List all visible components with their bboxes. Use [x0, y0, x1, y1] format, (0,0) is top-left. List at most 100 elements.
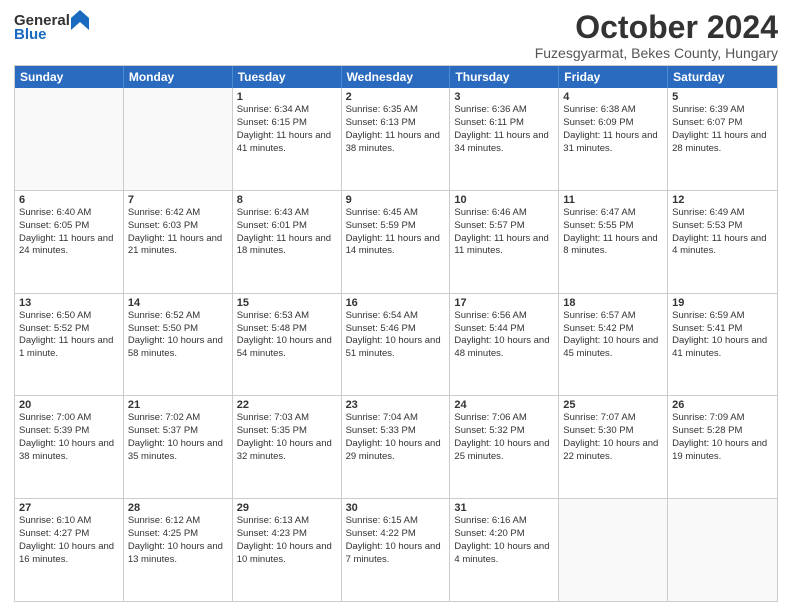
calendar-cell: 9Sunrise: 6:45 AM Sunset: 5:59 PM Daylig…	[342, 191, 451, 293]
day-info: Sunrise: 6:50 AM Sunset: 5:52 PM Dayligh…	[19, 310, 119, 361]
day-number: 6	[19, 194, 119, 206]
calendar-header-cell: Saturday	[668, 66, 777, 88]
calendar-week-row: 6Sunrise: 6:40 AM Sunset: 6:05 PM Daylig…	[15, 191, 777, 294]
day-info: Sunrise: 7:04 AM Sunset: 5:33 PM Dayligh…	[346, 412, 446, 463]
day-info: Sunrise: 6:57 AM Sunset: 5:42 PM Dayligh…	[563, 310, 663, 361]
day-info: Sunrise: 6:42 AM Sunset: 6:03 PM Dayligh…	[128, 207, 228, 258]
calendar-cell: 14Sunrise: 6:52 AM Sunset: 5:50 PM Dayli…	[124, 294, 233, 396]
day-number: 3	[454, 91, 554, 103]
day-number: 27	[19, 502, 119, 514]
calendar-cell: 15Sunrise: 6:53 AM Sunset: 5:48 PM Dayli…	[233, 294, 342, 396]
calendar-cell	[124, 88, 233, 190]
calendar-cell: 29Sunrise: 6:13 AM Sunset: 4:23 PM Dayli…	[233, 499, 342, 601]
calendar-cell: 28Sunrise: 6:12 AM Sunset: 4:25 PM Dayli…	[124, 499, 233, 601]
calendar-cell: 3Sunrise: 6:36 AM Sunset: 6:11 PM Daylig…	[450, 88, 559, 190]
day-number: 8	[237, 194, 337, 206]
day-info: Sunrise: 7:06 AM Sunset: 5:32 PM Dayligh…	[454, 412, 554, 463]
calendar-cell: 26Sunrise: 7:09 AM Sunset: 5:28 PM Dayli…	[668, 396, 777, 498]
day-number: 1	[237, 91, 337, 103]
logo-icon	[71, 10, 89, 30]
day-number: 23	[346, 399, 446, 411]
calendar-cell: 6Sunrise: 6:40 AM Sunset: 6:05 PM Daylig…	[15, 191, 124, 293]
calendar-cell: 23Sunrise: 7:04 AM Sunset: 5:33 PM Dayli…	[342, 396, 451, 498]
day-info: Sunrise: 6:53 AM Sunset: 5:48 PM Dayligh…	[237, 310, 337, 361]
day-info: Sunrise: 6:38 AM Sunset: 6:09 PM Dayligh…	[563, 104, 663, 155]
calendar-cell: 21Sunrise: 7:02 AM Sunset: 5:37 PM Dayli…	[124, 396, 233, 498]
title-section: October 2024 Fuzesgyarmat, Bekes County,…	[535, 10, 778, 61]
day-info: Sunrise: 7:03 AM Sunset: 5:35 PM Dayligh…	[237, 412, 337, 463]
day-number: 17	[454, 297, 554, 309]
day-number: 25	[563, 399, 663, 411]
day-number: 5	[672, 91, 773, 103]
calendar: SundayMondayTuesdayWednesdayThursdayFrid…	[14, 65, 778, 602]
day-number: 15	[237, 297, 337, 309]
calendar-cell	[668, 499, 777, 601]
day-number: 28	[128, 502, 228, 514]
calendar-header-row: SundayMondayTuesdayWednesdayThursdayFrid…	[15, 66, 777, 88]
day-info: Sunrise: 6:46 AM Sunset: 5:57 PM Dayligh…	[454, 207, 554, 258]
day-number: 2	[346, 91, 446, 103]
logo: General Blue	[14, 10, 90, 43]
calendar-cell: 10Sunrise: 6:46 AM Sunset: 5:57 PM Dayli…	[450, 191, 559, 293]
day-number: 19	[672, 297, 773, 309]
calendar-cell: 8Sunrise: 6:43 AM Sunset: 6:01 PM Daylig…	[233, 191, 342, 293]
calendar-cell: 30Sunrise: 6:15 AM Sunset: 4:22 PM Dayli…	[342, 499, 451, 601]
day-number: 21	[128, 399, 228, 411]
calendar-header-cell: Tuesday	[233, 66, 342, 88]
calendar-cell: 7Sunrise: 6:42 AM Sunset: 6:03 PM Daylig…	[124, 191, 233, 293]
calendar-cell: 25Sunrise: 7:07 AM Sunset: 5:30 PM Dayli…	[559, 396, 668, 498]
day-info: Sunrise: 6:16 AM Sunset: 4:20 PM Dayligh…	[454, 515, 554, 566]
day-number: 18	[563, 297, 663, 309]
day-info: Sunrise: 6:59 AM Sunset: 5:41 PM Dayligh…	[672, 310, 773, 361]
day-number: 14	[128, 297, 228, 309]
day-info: Sunrise: 6:47 AM Sunset: 5:55 PM Dayligh…	[563, 207, 663, 258]
day-number: 9	[346, 194, 446, 206]
day-number: 4	[563, 91, 663, 103]
calendar-cell: 1Sunrise: 6:34 AM Sunset: 6:15 PM Daylig…	[233, 88, 342, 190]
day-info: Sunrise: 6:36 AM Sunset: 6:11 PM Dayligh…	[454, 104, 554, 155]
day-info: Sunrise: 6:40 AM Sunset: 6:05 PM Dayligh…	[19, 207, 119, 258]
calendar-cell: 22Sunrise: 7:03 AM Sunset: 5:35 PM Dayli…	[233, 396, 342, 498]
subtitle: Fuzesgyarmat, Bekes County, Hungary	[535, 45, 778, 61]
day-number: 10	[454, 194, 554, 206]
calendar-cell	[559, 499, 668, 601]
calendar-week-row: 27Sunrise: 6:10 AM Sunset: 4:27 PM Dayli…	[15, 499, 777, 601]
day-info: Sunrise: 6:35 AM Sunset: 6:13 PM Dayligh…	[346, 104, 446, 155]
calendar-week-row: 20Sunrise: 7:00 AM Sunset: 5:39 PM Dayli…	[15, 396, 777, 499]
day-number: 12	[672, 194, 773, 206]
day-number: 29	[237, 502, 337, 514]
calendar-cell: 11Sunrise: 6:47 AM Sunset: 5:55 PM Dayli…	[559, 191, 668, 293]
calendar-cell: 24Sunrise: 7:06 AM Sunset: 5:32 PM Dayli…	[450, 396, 559, 498]
day-number: 13	[19, 297, 119, 309]
day-info: Sunrise: 7:07 AM Sunset: 5:30 PM Dayligh…	[563, 412, 663, 463]
calendar-header-cell: Friday	[559, 66, 668, 88]
day-number: 7	[128, 194, 228, 206]
calendar-cell: 4Sunrise: 6:38 AM Sunset: 6:09 PM Daylig…	[559, 88, 668, 190]
calendar-week-row: 1Sunrise: 6:34 AM Sunset: 6:15 PM Daylig…	[15, 88, 777, 191]
main-title: October 2024	[535, 10, 778, 45]
page: General Blue October 2024 Fuzesgyarmat, …	[0, 0, 792, 612]
calendar-week-row: 13Sunrise: 6:50 AM Sunset: 5:52 PM Dayli…	[15, 294, 777, 397]
day-number: 31	[454, 502, 554, 514]
header: General Blue October 2024 Fuzesgyarmat, …	[14, 10, 778, 61]
day-info: Sunrise: 6:39 AM Sunset: 6:07 PM Dayligh…	[672, 104, 773, 155]
day-info: Sunrise: 6:52 AM Sunset: 5:50 PM Dayligh…	[128, 310, 228, 361]
calendar-cell: 5Sunrise: 6:39 AM Sunset: 6:07 PM Daylig…	[668, 88, 777, 190]
day-info: Sunrise: 7:09 AM Sunset: 5:28 PM Dayligh…	[672, 412, 773, 463]
day-number: 16	[346, 297, 446, 309]
calendar-header-cell: Sunday	[15, 66, 124, 88]
calendar-header-cell: Monday	[124, 66, 233, 88]
calendar-body: 1Sunrise: 6:34 AM Sunset: 6:15 PM Daylig…	[15, 88, 777, 601]
calendar-cell: 17Sunrise: 6:56 AM Sunset: 5:44 PM Dayli…	[450, 294, 559, 396]
calendar-cell	[15, 88, 124, 190]
day-info: Sunrise: 6:13 AM Sunset: 4:23 PM Dayligh…	[237, 515, 337, 566]
day-info: Sunrise: 6:54 AM Sunset: 5:46 PM Dayligh…	[346, 310, 446, 361]
day-info: Sunrise: 6:10 AM Sunset: 4:27 PM Dayligh…	[19, 515, 119, 566]
calendar-header-cell: Wednesday	[342, 66, 451, 88]
calendar-cell: 2Sunrise: 6:35 AM Sunset: 6:13 PM Daylig…	[342, 88, 451, 190]
calendar-cell: 27Sunrise: 6:10 AM Sunset: 4:27 PM Dayli…	[15, 499, 124, 601]
day-info: Sunrise: 6:12 AM Sunset: 4:25 PM Dayligh…	[128, 515, 228, 566]
day-info: Sunrise: 6:49 AM Sunset: 5:53 PM Dayligh…	[672, 207, 773, 258]
calendar-cell: 16Sunrise: 6:54 AM Sunset: 5:46 PM Dayli…	[342, 294, 451, 396]
calendar-cell: 31Sunrise: 6:16 AM Sunset: 4:20 PM Dayli…	[450, 499, 559, 601]
